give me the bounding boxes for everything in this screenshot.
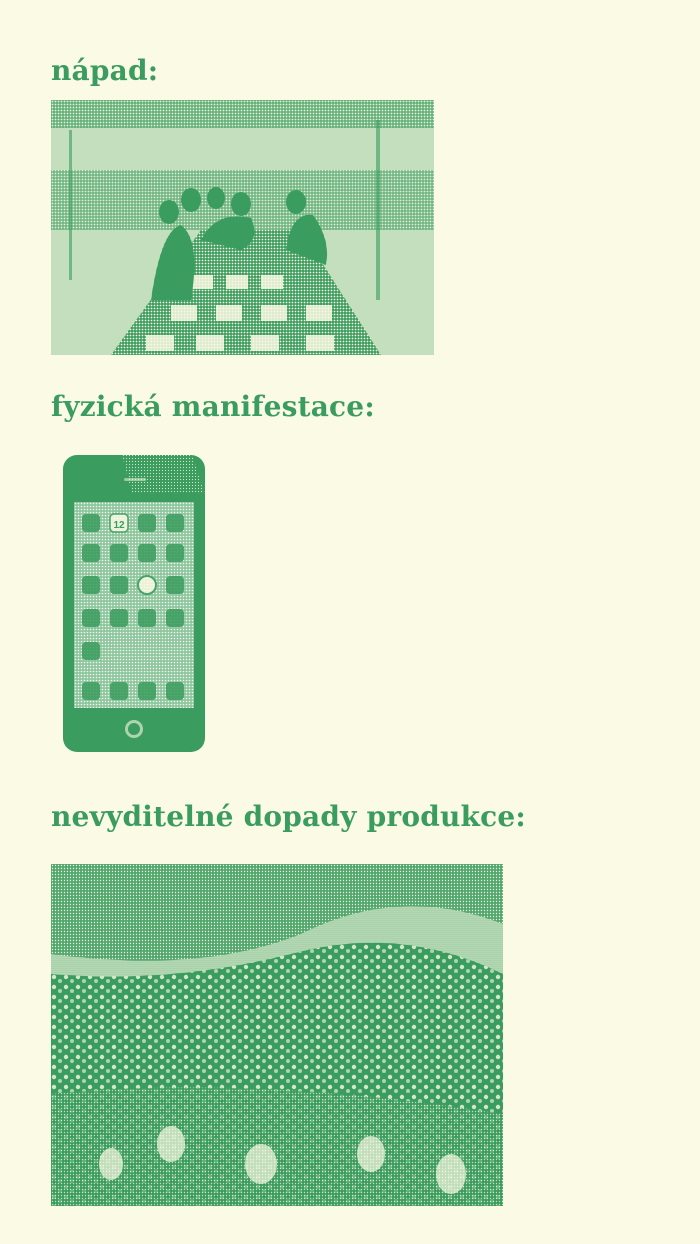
meeting-table-photo: [51, 100, 434, 355]
mining-crowd-photo: [51, 864, 503, 1206]
section-heading-invisible-production-impacts: nevyditelné dopady produkce:: [51, 800, 526, 833]
calendar-day-label: 12: [113, 520, 125, 531]
section-heading-idea: nápad:: [51, 54, 159, 87]
smartphone-photo: 12: [62, 454, 206, 753]
section-heading-physical-manifestation: fyzická manifestace:: [51, 390, 375, 423]
